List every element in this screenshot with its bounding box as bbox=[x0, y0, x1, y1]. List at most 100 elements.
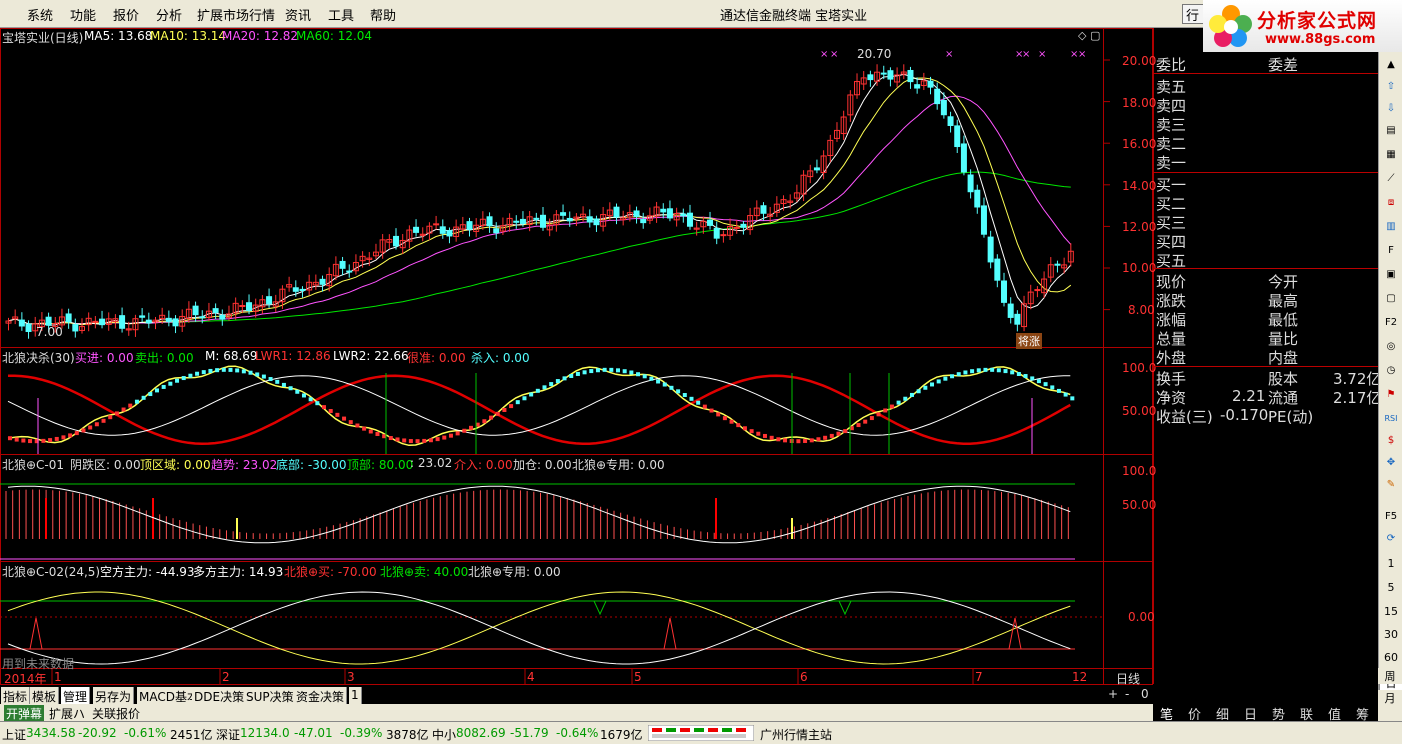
bar-icon[interactable]: ▥ bbox=[1381, 218, 1401, 236]
document-icon[interactable]: ▣ bbox=[1381, 266, 1401, 284]
period-5m[interactable]: 5 bbox=[1379, 581, 1402, 594]
order-book-panel: 委比 委差 卖五 卖四 卖三 卖二 卖一 买一 买二 买三 买四 买五 现价 涨… bbox=[1153, 52, 1381, 426]
clock-icon[interactable]: ◷ bbox=[1381, 362, 1401, 380]
kline-icon[interactable]: ⧈ bbox=[1381, 194, 1401, 212]
menu-function[interactable]: 功能 bbox=[70, 5, 96, 24]
period-60m[interactable]: 60 bbox=[1379, 651, 1402, 664]
tab-template[interactable]: 模板 bbox=[30, 687, 60, 704]
chart-mark bbox=[119, 315, 126, 329]
period-30m[interactable]: 30 bbox=[1379, 628, 1402, 641]
chart-mark bbox=[696, 400, 701, 405]
menu-help[interactable]: 帮助 bbox=[370, 5, 396, 24]
weicha-label: 委差 bbox=[1268, 56, 1299, 74]
alert-icon[interactable]: ⚑ bbox=[1381, 386, 1401, 404]
tab-sup[interactable]: SUP决策 bbox=[244, 687, 297, 704]
tab-related-quote[interactable]: 关联报价 bbox=[92, 705, 140, 722]
list-icon[interactable]: ▤ bbox=[1381, 122, 1401, 140]
refresh-icon[interactable]: ⟳ bbox=[1381, 530, 1401, 548]
chart-mark bbox=[128, 403, 133, 408]
period-label[interactable]: 日线 bbox=[1116, 670, 1140, 687]
window-title: 通达信金融终端 宝塔实业 bbox=[720, 9, 868, 24]
compass-icon[interactable]: ◎ bbox=[1381, 338, 1401, 356]
menu-extended-market[interactable]: 扩展市场行情 bbox=[197, 5, 275, 24]
f5-icon[interactable]: F5 bbox=[1381, 508, 1401, 526]
chart-mark bbox=[513, 220, 520, 223]
chart-mark bbox=[1036, 379, 1041, 384]
market-bar-icon bbox=[648, 725, 754, 741]
sz-amount: 3878亿 bbox=[386, 728, 429, 742]
period-15m[interactable]: 15 bbox=[1379, 605, 1402, 618]
chart-mark bbox=[1007, 303, 1014, 318]
period-week[interactable]: 周 bbox=[1378, 668, 1402, 684]
tab-fund[interactable]: 资金决策 bbox=[294, 687, 348, 704]
menu-analysis[interactable]: 分析 bbox=[156, 5, 182, 24]
chart-mark bbox=[101, 418, 106, 423]
chart-mark bbox=[99, 318, 106, 326]
chart-mark bbox=[736, 423, 741, 428]
f2-icon[interactable]: F2 bbox=[1381, 314, 1401, 332]
tab-dde[interactable]: DDE决策 bbox=[192, 687, 248, 704]
chart-mark bbox=[713, 227, 720, 239]
chart-mark bbox=[413, 226, 420, 233]
dollar-icon[interactable]: $ bbox=[1381, 432, 1401, 450]
chart-mark bbox=[145, 319, 152, 324]
tab-1[interactable]: 1 bbox=[349, 687, 362, 704]
chart-mark: × bbox=[820, 49, 828, 60]
tab-extend[interactable]: 扩展ハ bbox=[49, 705, 85, 722]
chart-mark bbox=[48, 438, 53, 443]
line-chart-icon[interactable]: ⟋ bbox=[1381, 170, 1401, 188]
ma5-label: MA5: 13.68 bbox=[84, 29, 153, 43]
arrow-up-icon[interactable]: ⇧ bbox=[1381, 78, 1401, 96]
high-label: 最高 bbox=[1268, 292, 1299, 310]
zoom-reset-button[interactable]: 0 bbox=[1141, 687, 1149, 701]
chart-mark bbox=[402, 438, 407, 443]
period-1m[interactable]: 1 bbox=[1379, 557, 1402, 570]
arrow-down-icon[interactable]: ⇩ bbox=[1381, 100, 1401, 118]
ind1-lwr2: LWR2: 22.66 bbox=[333, 349, 409, 363]
menu-info[interactable]: 资讯 bbox=[285, 5, 311, 24]
tab-indicator[interactable]: 指标 bbox=[1, 687, 31, 704]
chart-mark bbox=[729, 419, 734, 424]
chart-mark bbox=[235, 368, 240, 373]
chart-mark bbox=[549, 382, 554, 387]
buy3: 买三 bbox=[1156, 214, 1187, 232]
chart-mark bbox=[7, 485, 1071, 544]
pencil-icon[interactable]: ✎ bbox=[1381, 476, 1401, 494]
chart-mark bbox=[455, 431, 460, 436]
chart-mark bbox=[914, 84, 921, 89]
chart-mark bbox=[686, 212, 693, 227]
chart-mark bbox=[448, 433, 453, 438]
rsi-icon[interactable]: RSI bbox=[1381, 410, 1401, 428]
ind2-top: 顶区域: 0.00 bbox=[140, 458, 211, 472]
scroll-up-icon[interactable]: ▲ bbox=[1381, 56, 1401, 74]
high-price-label: 20.70 bbox=[857, 47, 892, 61]
sz-label: 深证 bbox=[216, 728, 241, 742]
quote-button[interactable]: 行 bbox=[1182, 4, 1204, 24]
calendar-icon[interactable]: ▢ bbox=[1381, 290, 1401, 308]
chart-mark bbox=[960, 143, 967, 173]
chart-mark bbox=[540, 214, 546, 228]
menu-tools[interactable]: 工具 bbox=[328, 5, 354, 24]
menu-system[interactable]: 系统 bbox=[27, 5, 53, 24]
zx-change: -51.79 bbox=[510, 726, 549, 740]
move-icon[interactable]: ✥ bbox=[1381, 454, 1401, 472]
tab-manage[interactable]: 管理 bbox=[61, 687, 91, 704]
menu-quote[interactable]: 报价 bbox=[113, 5, 139, 24]
chart-mark bbox=[783, 438, 788, 443]
chart-mark bbox=[930, 382, 935, 387]
chart-mark bbox=[803, 438, 808, 443]
chart-mark bbox=[181, 376, 186, 381]
zoom-out-button[interactable]: - bbox=[1125, 687, 1129, 701]
expand-icon[interactable]: ◇ ▢ bbox=[1078, 29, 1100, 42]
ind3-duo: 多方主力: 14.93 bbox=[193, 565, 284, 579]
time-tick: 7 bbox=[975, 670, 983, 684]
table-icon[interactable]: ▦ bbox=[1381, 146, 1401, 164]
ind2-trend: 趋势: 23.02 bbox=[211, 458, 278, 472]
zx-label: 中小 bbox=[432, 728, 457, 742]
chart-mark bbox=[934, 88, 941, 105]
zoom-in-button[interactable]: + bbox=[1108, 687, 1118, 701]
vol-ratio-label: 量比 bbox=[1268, 330, 1299, 348]
danmaku-toggle[interactable]: 开弹幕 bbox=[4, 705, 45, 722]
f10-icon[interactable]: F bbox=[1381, 242, 1401, 260]
tab-save-as[interactable]: 另存为 bbox=[93, 687, 135, 704]
